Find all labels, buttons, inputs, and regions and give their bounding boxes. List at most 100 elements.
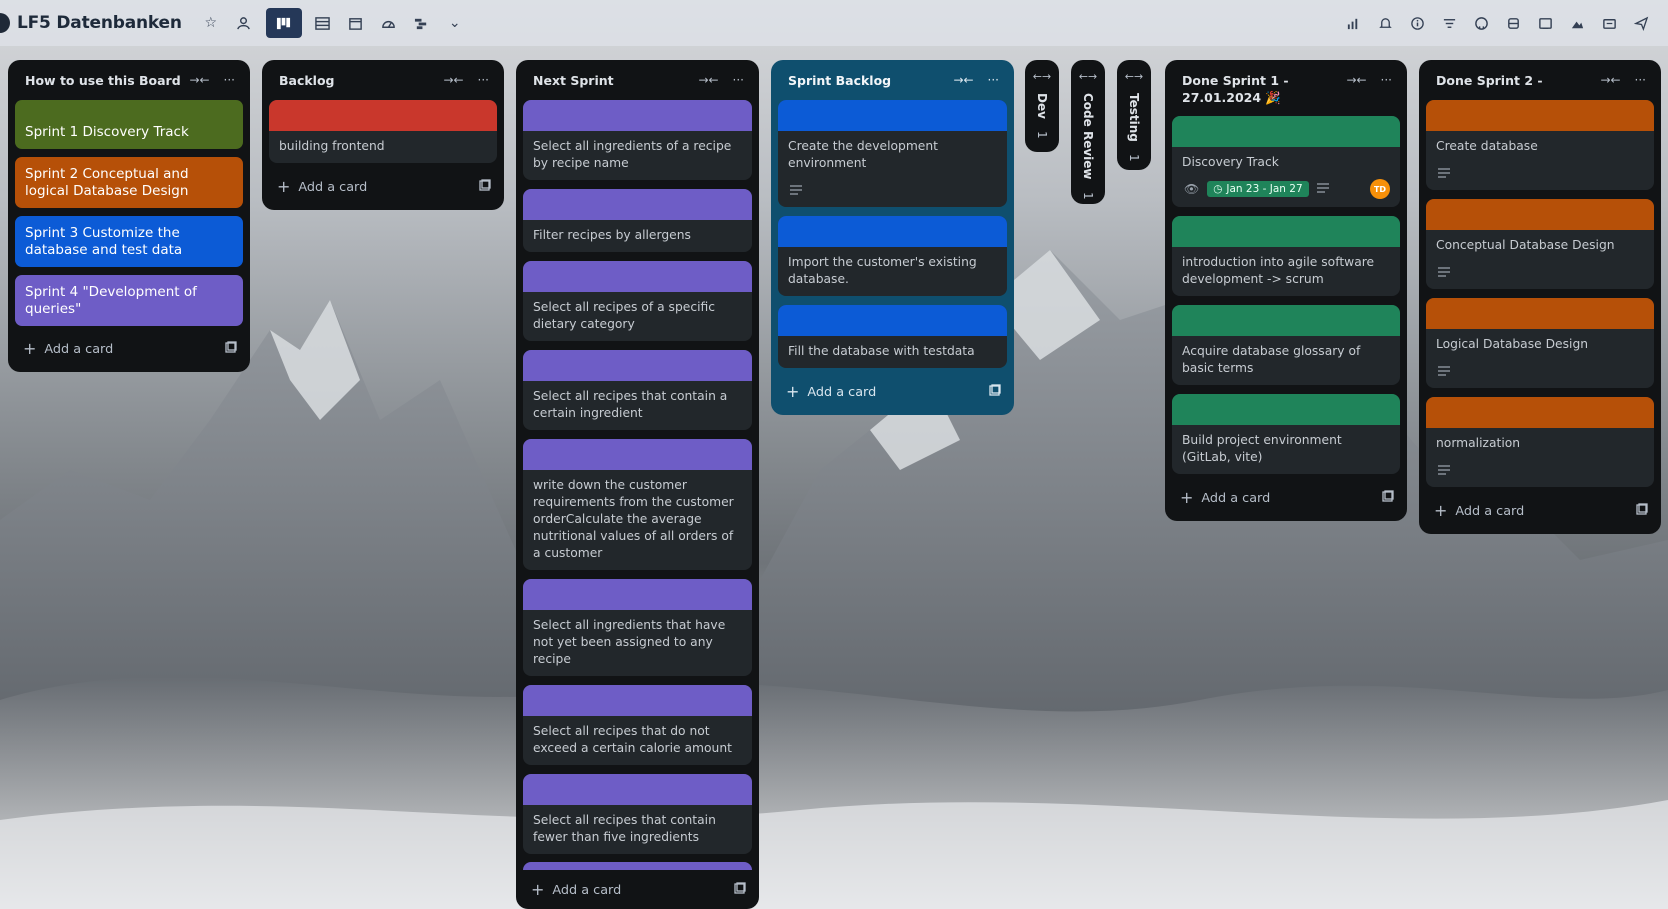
card[interactable]: Sprint 3 Customize the database and test…	[15, 216, 243, 267]
template-icon[interactable]	[225, 341, 237, 357]
card-cover	[778, 305, 1007, 336]
collapsed-list-code-review[interactable]: ←→ Code Review 1	[1071, 60, 1105, 204]
more-icon[interactable]: ···	[478, 73, 489, 87]
template-icon[interactable]	[734, 882, 746, 898]
card-title: introduction into agile software develop…	[1182, 255, 1375, 286]
list-header[interactable]: Done Sprint 2 - →← ···	[1426, 60, 1654, 100]
info-icon[interactable]	[1402, 8, 1432, 38]
card[interactable]: Create the development environment	[778, 100, 1007, 207]
card[interactable]: Select all ingredients of a recipe by re…	[523, 100, 752, 180]
more-icon[interactable]: ···	[988, 73, 999, 87]
more-icon[interactable]: ···	[733, 73, 744, 87]
list-title[interactable]: Next Sprint	[533, 72, 698, 89]
avatar[interactable]: TD	[1370, 179, 1390, 199]
card[interactable]: Sprint 4 "Development of queries"	[15, 275, 243, 326]
board-title[interactable]: LF5 Datenbanken	[17, 13, 182, 33]
collapse-icon[interactable]: →←	[698, 73, 718, 87]
add-card-label: Add a card	[552, 882, 622, 898]
template-icon[interactable]	[989, 384, 1001, 400]
card[interactable]: Acquire database glossary of basic terms	[1172, 305, 1400, 385]
template-icon[interactable]	[1636, 503, 1648, 519]
card[interactable]: building frontend	[269, 100, 497, 163]
chart-icon[interactable]	[1338, 8, 1368, 38]
people-icon[interactable]	[229, 8, 259, 38]
timeline-icon[interactable]	[407, 8, 437, 38]
card[interactable]: Conceptual Database Design	[1426, 199, 1654, 289]
more-icon[interactable]: ···	[1635, 73, 1646, 87]
list-title[interactable]: Sprint Backlog	[788, 72, 953, 89]
collapse-icon[interactable]: →←	[1600, 73, 1620, 87]
list-header[interactable]: Sprint Backlog →← ···	[778, 60, 1007, 100]
collapsed-list-testing[interactable]: ←→ Testing 1	[1117, 60, 1151, 170]
list-title[interactable]: Done Sprint 2 -	[1436, 72, 1600, 89]
filter-icon[interactable]	[1434, 8, 1464, 38]
list-header[interactable]: How to use this Board →← ···	[15, 60, 243, 100]
expand-icon[interactable]: ←→	[1125, 70, 1143, 83]
header-power-ups	[1338, 8, 1656, 38]
table-icon[interactable]	[308, 8, 338, 38]
card-title: Sprint 1 Discovery Track	[25, 124, 189, 140]
eye-icon: 👁	[1184, 182, 1200, 196]
template-icon[interactable]	[479, 179, 491, 195]
list-header[interactable]: Done Sprint 1 - 27.01.2024 🎉 →← ···	[1172, 60, 1400, 116]
card[interactable]: Fill the database with testdata	[778, 305, 1007, 368]
card-count: 1	[1081, 191, 1095, 200]
card[interactable]: Sprint 2 Conceptual and logical Database…	[15, 157, 243, 208]
board-icon[interactable]	[265, 8, 302, 38]
list-title[interactable]: How to use this Board	[25, 72, 189, 89]
card[interactable]: write down the customer requirements fro…	[523, 439, 752, 570]
expand-icon[interactable]: ←→	[1079, 70, 1097, 83]
collapse-icon[interactable]: →←	[953, 73, 973, 87]
send-icon[interactable]	[1626, 8, 1656, 38]
card[interactable]: introduction into agile software develop…	[1172, 216, 1400, 296]
expand-icon[interactable]: ←→	[1033, 70, 1051, 83]
card-icon[interactable]	[1530, 8, 1560, 38]
more-icon[interactable]: ···	[1381, 73, 1392, 87]
card[interactable]: Select all recipes of a specific dietary…	[523, 261, 752, 341]
card[interactable]: Import the customer's existing database.	[778, 216, 1007, 296]
card[interactable]: Build project environment (GitLab, vite)	[1172, 394, 1400, 474]
bell-icon[interactable]	[1370, 8, 1400, 38]
add-card-button[interactable]: + Add a card	[1426, 496, 1654, 526]
due-date-badge[interactable]: ◷ Jan 23 - Jan 27	[1207, 181, 1309, 197]
description-icon	[1426, 262, 1654, 289]
card-cover	[1426, 100, 1654, 131]
card-title: Select all recipes of a specific dietary…	[533, 300, 716, 331]
calendar-icon[interactable]	[341, 8, 371, 38]
card[interactable]: Filter recipes by allergens	[523, 189, 752, 252]
list-title[interactable]: Backlog	[279, 72, 443, 89]
share-icon[interactable]	[1594, 8, 1624, 38]
dashboard-icon[interactable]	[374, 8, 404, 38]
card[interactable]: Logical Database Design	[1426, 298, 1654, 388]
more-icon[interactable]: ···	[224, 73, 235, 87]
workspace-logo[interactable]	[0, 13, 10, 33]
collapse-icon[interactable]: →←	[443, 73, 463, 87]
chevron-down-icon[interactable]: ⌄	[440, 8, 470, 38]
list-header[interactable]: Backlog →← ···	[269, 60, 497, 100]
add-card-button[interactable]: + Add a card	[1172, 483, 1400, 513]
card[interactable]: Discovery Track 👁 ◷ Jan 23 - Jan 27 TD	[1172, 116, 1400, 207]
card[interactable]: Select all recipes that do not exceed a …	[523, 685, 752, 765]
card-cover	[1172, 305, 1400, 336]
collapse-icon[interactable]: →←	[189, 73, 209, 87]
add-card-button[interactable]: + Add a card	[15, 334, 243, 364]
list-done-sprint-1: Done Sprint 1 - 27.01.2024 🎉 →← ··· Disco…	[1165, 60, 1407, 521]
card[interactable]: normalization	[1426, 397, 1654, 487]
card[interactable]: Select all recipes that contain fewer th…	[523, 774, 752, 854]
card[interactable]: Sprint 1 Discovery Track	[15, 100, 243, 149]
github-icon[interactable]	[1466, 8, 1496, 38]
template-icon[interactable]	[1382, 490, 1394, 506]
add-card-button[interactable]: + Add a card	[523, 875, 752, 905]
card[interactable]: Select all ingredients that have not yet…	[523, 579, 752, 676]
card[interactable]: Create database	[1426, 100, 1654, 190]
card[interactable]: Select all recipes that contain a certai…	[523, 350, 752, 430]
custom-icon[interactable]	[1562, 8, 1592, 38]
add-card-button[interactable]: + Add a card	[269, 172, 497, 202]
star-icon[interactable]: ☆	[196, 8, 226, 38]
list-header[interactable]: Next Sprint →← ···	[523, 60, 752, 100]
add-card-button[interactable]: + Add a card	[778, 377, 1007, 407]
database-icon[interactable]	[1498, 8, 1528, 38]
collapsed-list-dev[interactable]: ←→ Dev 1	[1025, 60, 1059, 152]
card-title: Create database	[1436, 139, 1538, 153]
collapse-icon[interactable]: →←	[1346, 73, 1366, 87]
